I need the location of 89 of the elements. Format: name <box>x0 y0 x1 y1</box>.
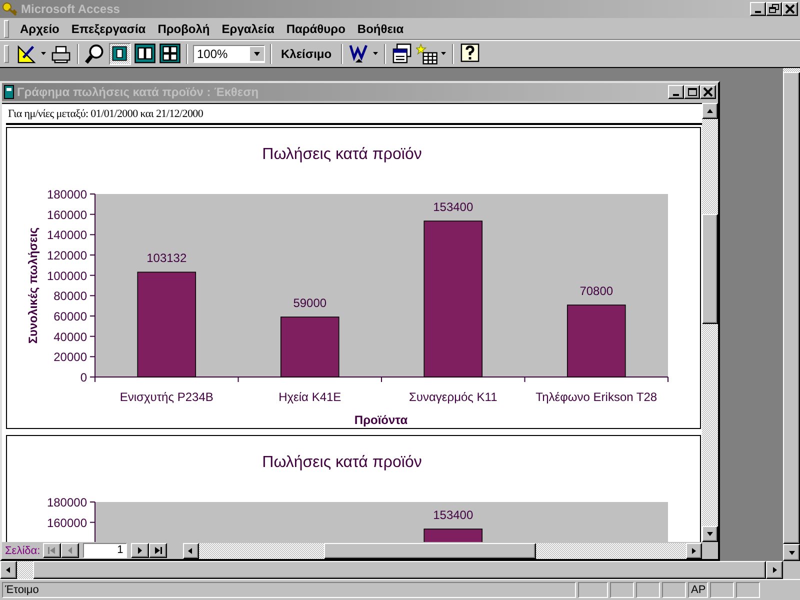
page-label: Σελίδα: <box>4 544 42 556</box>
new-object-icon[interactable] <box>416 42 438 64</box>
category-label: Ηχεία K41E <box>278 390 342 404</box>
x-axis-title: Προϊόντα <box>354 413 408 427</box>
status-text: Έτοιμο <box>2 582 576 598</box>
scroll-right-button[interactable] <box>766 561 783 579</box>
scroll-left-button[interactable] <box>0 561 17 579</box>
dropdown-icon[interactable] <box>440 52 447 56</box>
horizontal-scrollbar[interactable] <box>183 542 718 558</box>
minimize-icon <box>755 11 761 13</box>
zoom-combo[interactable]: 100% <box>193 44 265 62</box>
report-icon <box>4 85 14 99</box>
previous-page-button[interactable] <box>61 543 80 558</box>
value-label: 153400 <box>433 508 474 522</box>
vertical-scrollbar[interactable] <box>702 103 718 542</box>
scroll-thumb[interactable] <box>702 214 718 324</box>
menu-item[interactable]: Βοήθεια <box>352 20 409 38</box>
y-axis <box>90 502 96 542</box>
close-button[interactable] <box>782 2 798 16</box>
last-page-button[interactable] <box>149 543 168 558</box>
value-label: 70800 <box>580 284 614 298</box>
key-icon <box>2 2 18 16</box>
category-label: Τηλέφωνο Erikson T28 <box>536 390 658 404</box>
chart-title: Πωλήσεις κατά προϊόν <box>262 454 422 471</box>
restore-icon <box>768 4 780 14</box>
size-grip[interactable] <box>702 542 718 558</box>
tick-label: 180000 <box>46 188 87 202</box>
close-button[interactable]: Κλείσιμο <box>277 42 336 64</box>
y-axis-title: Συνολικές πωλήσεις <box>26 227 40 344</box>
status-panel <box>710 582 734 598</box>
status-panel <box>662 582 686 598</box>
category-label: Συναγερμός K11 <box>409 390 498 404</box>
minimize-button[interactable] <box>668 85 684 99</box>
date-range-text: Για ημ/νίες μεταξύ: 01/01/2000 και 21/12/2000 <box>6 104 702 125</box>
tick-label: 60000 <box>54 310 87 324</box>
scroll-up-button[interactable] <box>702 103 718 119</box>
database-window-icon[interactable] <box>390 42 413 64</box>
tick-label: 40000 <box>54 330 87 344</box>
close-icon <box>784 4 796 14</box>
dropdown-icon[interactable] <box>41 52 47 56</box>
status-panel <box>636 582 660 598</box>
scroll-down-button[interactable] <box>783 544 800 561</box>
first-page-button[interactable] <box>43 543 62 558</box>
close-icon <box>702 87 714 97</box>
minimize-button[interactable] <box>750 2 766 16</box>
tick-label: 180000 <box>46 496 87 510</box>
maximize-button[interactable] <box>684 85 700 99</box>
tick-label: 120000 <box>46 248 87 262</box>
tick-label: 0 <box>80 370 87 384</box>
help-icon[interactable] <box>458 42 481 64</box>
scroll-thumb[interactable] <box>324 542 536 558</box>
category-label: Ενισχυτής P234B <box>120 390 214 404</box>
scroll-down-button[interactable] <box>702 526 718 542</box>
magnifier-icon[interactable] <box>84 42 106 64</box>
close-button[interactable] <box>700 85 716 99</box>
tick-label: 160000 <box>46 208 87 222</box>
one-page-icon[interactable] <box>109 42 131 64</box>
dropdown-icon[interactable] <box>372 52 379 56</box>
bar <box>280 316 340 378</box>
menu-item[interactable]: Προβολή <box>152 20 215 38</box>
tick-label: 160000 <box>46 516 87 530</box>
status-panel <box>578 582 608 598</box>
next-page-button[interactable] <box>131 543 150 558</box>
status-panel <box>736 582 760 598</box>
maximize-icon <box>686 87 698 97</box>
menu-item[interactable]: Επεξεργασία <box>66 20 151 38</box>
page-number-field[interactable]: 1 <box>83 543 128 558</box>
chart-title: Πωλήσεις κατά προϊόν <box>262 146 422 163</box>
menu-item[interactable]: Παράθυρο <box>281 20 350 38</box>
tick-label: 100000 <box>46 268 87 283</box>
scroll-left-button[interactable] <box>183 542 200 558</box>
view-icon[interactable] <box>16 42 38 64</box>
scroll-right-button[interactable] <box>686 542 702 558</box>
status-indicator: AP <box>688 582 708 598</box>
window-title: Microsoft Access <box>21 2 121 16</box>
minimize-icon <box>673 94 679 96</box>
restore-button[interactable] <box>766 2 782 16</box>
tick-label: 80000 <box>54 289 87 304</box>
tick-label: 140000 <box>46 228 87 242</box>
menu-item[interactable]: Αρχείο <box>15 20 64 38</box>
value-label: 153400 <box>433 200 474 214</box>
multiple-pages-icon[interactable] <box>159 42 181 64</box>
word-icon[interactable] <box>348 42 370 64</box>
value-label: 59000 <box>293 296 327 310</box>
menu-item[interactable]: Εργαλεία <box>216 20 280 38</box>
two-pages-icon[interactable] <box>134 42 156 64</box>
tick-label: 20000 <box>54 350 87 364</box>
status-panel <box>610 582 634 598</box>
value-label: 103132 <box>146 251 187 266</box>
